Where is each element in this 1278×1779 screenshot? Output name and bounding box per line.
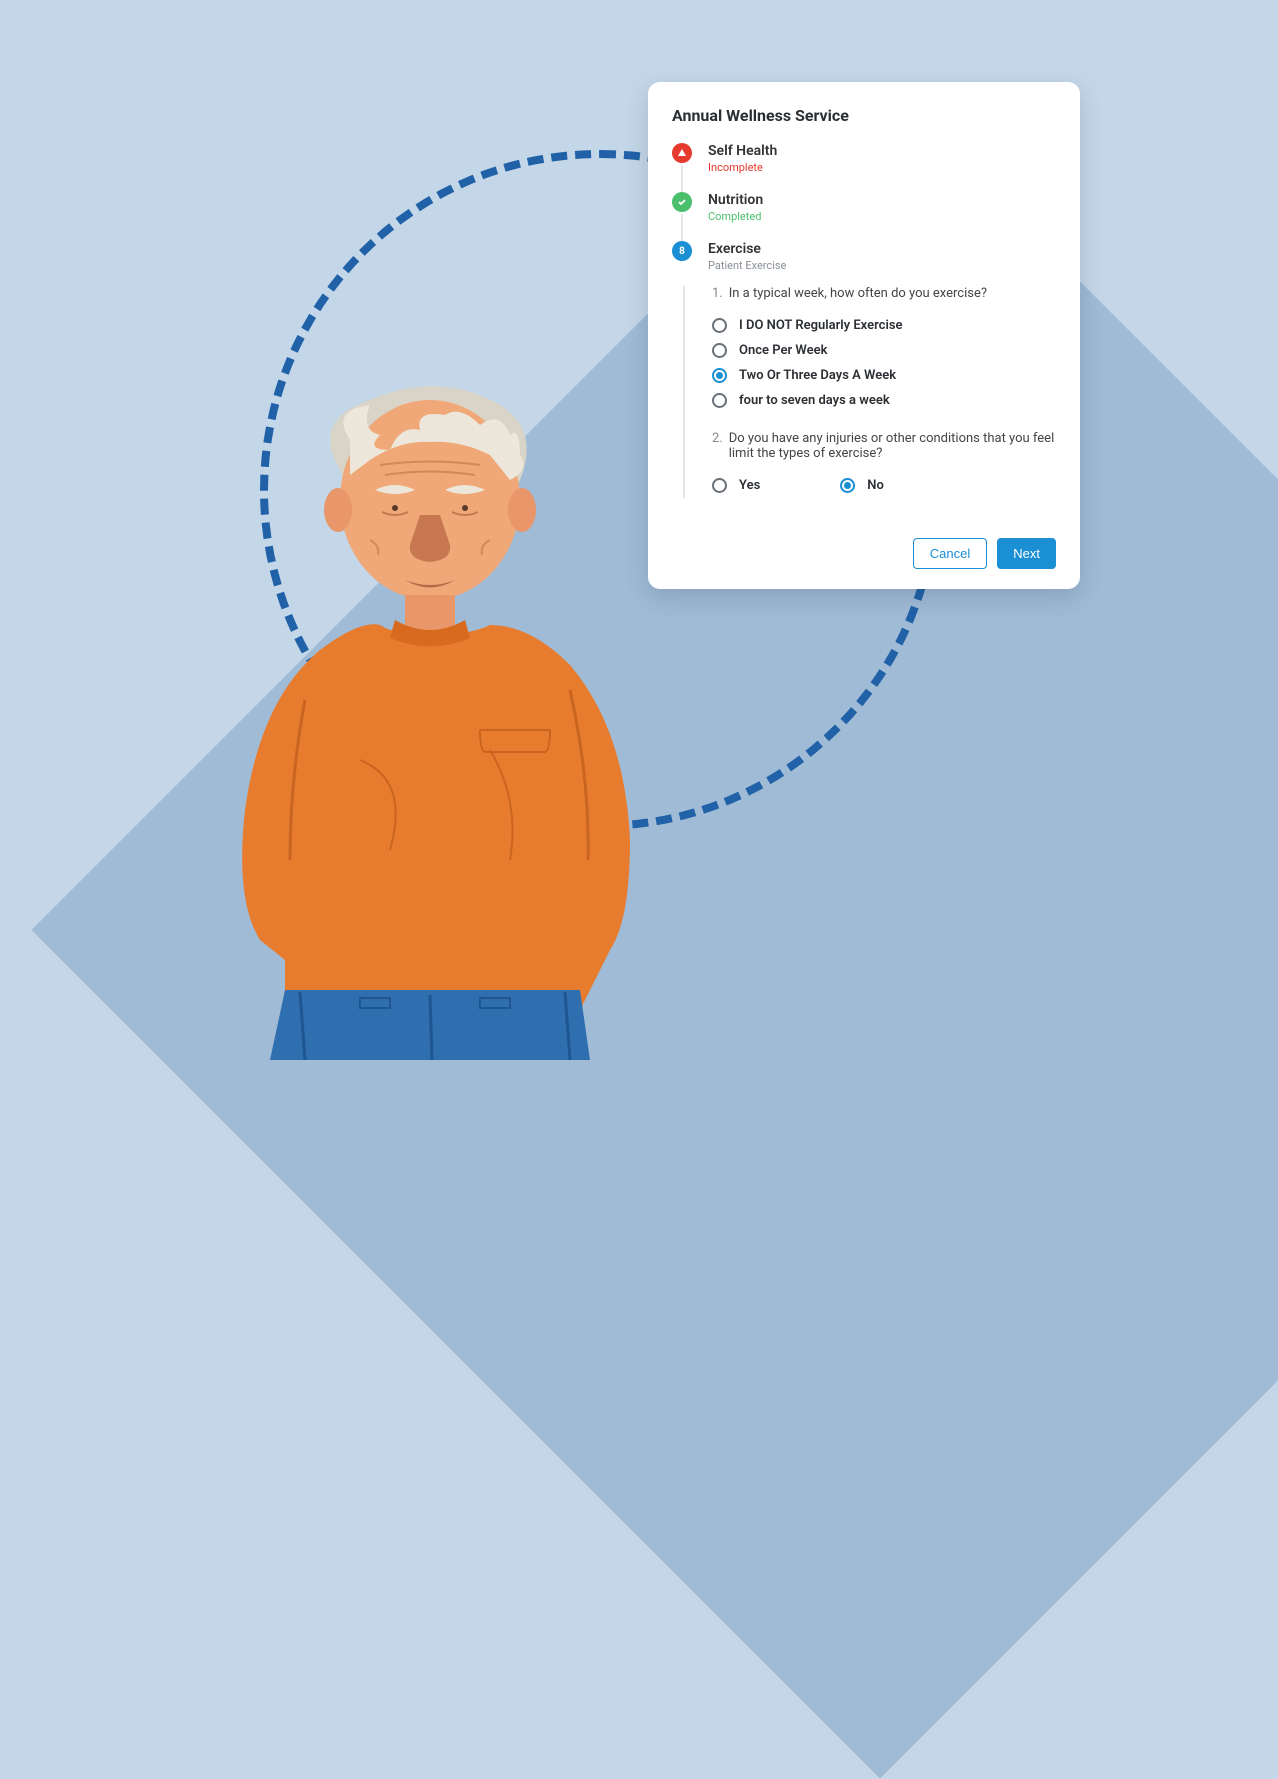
- step-number-icon: 8: [672, 241, 692, 261]
- radio-icon: [712, 478, 727, 493]
- question-1: 1. In a typical week, how often do you e…: [712, 286, 1056, 301]
- step-exercise[interactable]: 8 Exercise Patient Exercise 1. In a typi…: [672, 241, 1056, 516]
- cancel-button[interactable]: Cancel: [913, 538, 987, 569]
- step-list: Self Health Incomplete Nutrition Complet…: [672, 143, 1056, 516]
- connector-line: [683, 286, 685, 498]
- radio-icon: [840, 478, 855, 493]
- step-title: Self Health: [708, 143, 1056, 159]
- step-description: Patient Exercise: [708, 259, 1056, 272]
- radio-icon: [712, 368, 727, 383]
- radio-icon: [712, 343, 727, 358]
- radio-icon: [712, 393, 727, 408]
- person-illustration: [210, 380, 670, 1060]
- wellness-card: Annual Wellness Service Self Health Inco…: [648, 82, 1080, 589]
- step-title: Exercise: [708, 241, 1056, 257]
- question-number: 1.: [712, 286, 723, 301]
- radio-option-four-seven-days[interactable]: four to seven days a week: [712, 388, 1056, 413]
- step-status: Completed: [708, 210, 1056, 223]
- question-section: 1. In a typical week, how often do you e…: [708, 286, 1056, 498]
- step-nutrition[interactable]: Nutrition Completed: [672, 192, 1056, 241]
- connector-line: [681, 214, 683, 243]
- card-actions: Cancel Next: [672, 534, 1056, 569]
- radio-option-yes[interactable]: Yes: [712, 473, 760, 498]
- option-label: I DO NOT Regularly Exercise: [739, 318, 903, 333]
- question-text: Do you have any injuries or other condit…: [729, 431, 1056, 461]
- radio-icon: [712, 318, 727, 333]
- step-status: Incomplete: [708, 161, 1056, 174]
- question-2: 2. Do you have any injuries or other con…: [712, 431, 1056, 461]
- radio-option-no[interactable]: No: [840, 473, 884, 498]
- question-text: In a typical week, how often do you exer…: [729, 286, 987, 301]
- step-title: Nutrition: [708, 192, 1056, 208]
- options-q1: I DO NOT Regularly Exercise Once Per Wee…: [712, 313, 1056, 413]
- connector-line: [681, 165, 683, 194]
- question-number: 2.: [712, 431, 723, 461]
- option-label: Two Or Three Days A Week: [739, 368, 896, 383]
- card-title: Annual Wellness Service: [672, 106, 1056, 125]
- options-q2: Yes No: [712, 473, 1056, 498]
- radio-option-no-exercise[interactable]: I DO NOT Regularly Exercise: [712, 313, 1056, 338]
- step-self-health[interactable]: Self Health Incomplete: [672, 143, 1056, 192]
- option-label: four to seven days a week: [739, 393, 890, 408]
- alert-icon: [672, 143, 692, 163]
- option-label: No: [867, 478, 884, 493]
- option-label: Once Per Week: [739, 343, 827, 358]
- radio-option-once-week[interactable]: Once Per Week: [712, 338, 1056, 363]
- check-icon: [672, 192, 692, 212]
- next-button[interactable]: Next: [997, 538, 1056, 569]
- option-label: Yes: [739, 478, 760, 493]
- radio-option-two-three-days[interactable]: Two Or Three Days A Week: [712, 363, 1056, 388]
